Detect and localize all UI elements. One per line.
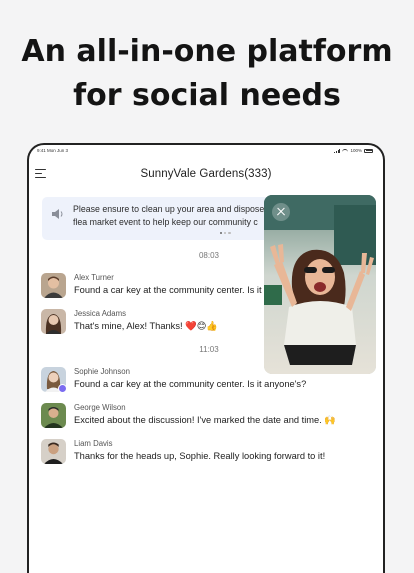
menu-icon[interactable] [35,168,47,180]
close-icon[interactable] [272,203,290,221]
message-text: That's mine, Alex! Thanks! ❤️😊👍 [74,321,218,331]
timestamp: 08:03 [198,251,220,260]
badge-icon [58,384,67,393]
tablet-frame: 9:41 Mon Jun 3 100% SunnyVale Gardens(33… [27,143,385,573]
avatar[interactable] [41,439,66,464]
page-dot[interactable] [220,232,223,235]
sender-name: Sophie Johnson [74,367,130,376]
avatar[interactable] [41,273,66,298]
speaker-icon [52,209,63,219]
headline: An all-in-one platform for social needs [0,30,414,118]
sender-name: Jessica Adams [74,309,127,318]
battery-icon [364,148,373,153]
battery-percent: 100% [350,148,362,153]
message-text: Excited about the discussion! I've marke… [74,415,336,425]
avatar[interactable] [41,403,66,428]
floating-video-window[interactable] [264,195,376,374]
avatar[interactable] [41,309,66,334]
chat-title: SunnyVale Gardens(333) [140,168,272,180]
message-text: Thanks for the heads up, Sophie. Really … [74,451,326,461]
status-bar: 9:41 Mon Jun 3 100% [37,148,373,156]
message-text: Found a car key at the community center.… [74,379,307,389]
signal-icon [333,148,341,153]
sender-name: Liam Davis [74,439,113,448]
timestamp: 11:03 [199,345,219,354]
chat-header: SunnyVale Gardens(333) [29,157,383,191]
headline-line-2: for social needs [73,78,341,113]
wifi-icon [342,148,349,153]
notice-page-indicator [220,232,231,235]
page-dot[interactable] [228,232,231,235]
headline-line-1: An all-in-one platform [21,34,393,69]
video-frame [264,195,376,374]
sender-name: George Wilson [74,403,126,412]
sender-name: Alex Turner [74,273,114,282]
status-time: 9:41 Mon Jun 3 [37,148,69,153]
message-text: Found a car key at the community center.… [74,285,262,295]
page-dot[interactable] [224,232,227,235]
